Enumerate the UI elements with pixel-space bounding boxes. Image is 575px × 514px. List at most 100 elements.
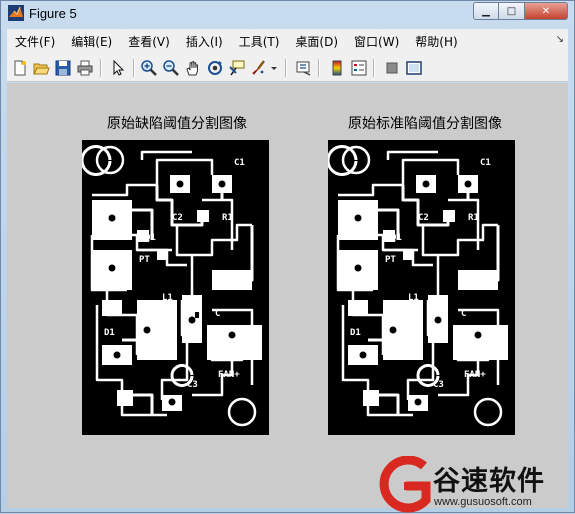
pcb-pad <box>117 390 133 406</box>
maximize-icon: □ <box>506 5 517 17</box>
menu-desktop[interactable]: 桌面(D) <box>287 33 346 50</box>
minimize-button[interactable]: ▁ <box>473 2 499 20</box>
pcb-label-r1: R1 <box>468 213 479 223</box>
pcb-drill-hole <box>188 316 196 324</box>
pcb-label-pt: PT <box>139 255 150 265</box>
arrow-select-icon[interactable] <box>109 59 127 77</box>
pcb-pad <box>403 250 413 260</box>
pcb-pad <box>102 300 122 316</box>
pcb-pad <box>453 325 508 360</box>
pcb-label-r1: R1 <box>222 213 233 223</box>
left-image-title: 原始缺陷阈值分割图像 <box>107 116 247 132</box>
menu-window[interactable]: 窗口(W) <box>346 33 407 50</box>
pcb-label-u1: U1 <box>461 278 472 288</box>
pcb-drill-hole <box>359 351 367 359</box>
pcb-drill-hole <box>228 331 236 339</box>
data-cursor-icon[interactable] <box>228 59 246 77</box>
pcb-drill-hole <box>434 316 442 324</box>
pcb-drill-hole <box>143 326 151 334</box>
pcb-pad <box>137 300 177 360</box>
toolbar-separator <box>100 59 102 77</box>
brush-icon[interactable] <box>250 59 268 77</box>
pcb-label-fan: FAN+ <box>464 370 486 380</box>
watermark-url: www.gusuosoft.com <box>434 496 532 508</box>
figure-toolbar <box>7 54 568 82</box>
menu-insert[interactable]: 插入(I) <box>178 33 231 50</box>
pcb-pad <box>207 325 262 360</box>
menu-tools[interactable]: 工具(T) <box>231 33 288 50</box>
pcb-drill-hole <box>113 351 121 359</box>
menu-edit[interactable]: 编辑(E) <box>63 33 120 50</box>
save-icon[interactable] <box>54 59 72 77</box>
figure-window: Figure 5 ▁ □ ✕ 文件(F) 编辑(E) 查看(V) 插入(I) 工… <box>0 0 575 513</box>
toolbar-separator <box>133 59 135 77</box>
matlab-icon <box>8 5 24 21</box>
pcb-label-c1: C1 <box>480 158 491 168</box>
rotate-3d-icon[interactable] <box>206 59 224 77</box>
new-figure-icon[interactable] <box>11 59 29 77</box>
pcb-label-d1: D1 <box>350 328 361 338</box>
pcb-label-c2: C2 <box>172 213 183 223</box>
zoom-in-icon[interactable] <box>140 59 158 77</box>
legend-icon[interactable] <box>350 59 368 77</box>
pcb-drill-hole <box>354 264 362 272</box>
pcb-drill-hole <box>218 180 226 188</box>
standard-pcb-image: C1 C2 Q1 PT R1 U1 L1 D1 C3 FAN+ C <box>326 140 515 435</box>
pcb-pad <box>363 390 379 406</box>
pcb-label-q1: Q1 <box>145 233 156 243</box>
pcb-pad <box>348 300 368 316</box>
open-file-icon[interactable] <box>32 59 50 77</box>
right-image-title: 原始标准陷阈值分割图像 <box>348 116 502 132</box>
menu-file[interactable]: 文件(F) <box>7 33 63 50</box>
pcb-drill-hole <box>176 180 184 188</box>
window-title: Figure 5 <box>29 6 77 21</box>
pcb-pad <box>443 210 455 222</box>
pcb-drill-hole <box>474 331 482 339</box>
pcb-drill-hole <box>414 398 422 406</box>
brush-dropdown-icon[interactable] <box>269 59 279 77</box>
dock-arrow-icon[interactable]: ↘ <box>556 34 564 45</box>
pcb-drill-hole <box>108 214 116 222</box>
pcb-label-c3: C3 <box>187 380 198 390</box>
pcb-pad <box>383 300 423 360</box>
pcb-label-u1: U1 <box>215 278 226 288</box>
pcb-pad <box>157 250 167 260</box>
site-logo-icon <box>379 456 431 513</box>
pcb-label-l1: L1 <box>408 293 419 303</box>
maximize-button[interactable]: □ <box>499 2 525 20</box>
pcb-label-c: C <box>215 309 220 319</box>
pcb-label-pt: PT <box>385 255 396 265</box>
pcb-drill-hole <box>389 326 397 334</box>
watermark-name: 谷速软件 <box>433 466 545 497</box>
menu-help[interactable]: 帮助(H) <box>407 33 465 50</box>
pcb-drill-hole <box>464 180 472 188</box>
pcb-label-d1: D1 <box>104 328 115 338</box>
link-plot-icon[interactable] <box>295 59 313 77</box>
close-button[interactable]: ✕ <box>525 2 568 20</box>
pcb-drill-hole <box>108 264 116 272</box>
hide-plot-tools-icon[interactable] <box>383 59 401 77</box>
menu-view[interactable]: 查看(V) <box>120 33 178 50</box>
pcb-defect <box>195 312 199 318</box>
toolbar-separator <box>318 59 320 77</box>
pcb-label-fan: FAN+ <box>218 370 240 380</box>
pcb-label-c3: C3 <box>433 380 444 390</box>
pcb-label-c2: C2 <box>418 213 429 223</box>
figure-canvas: 原始缺陷阈值分割图像 原始标准陷阈值分割图像 C1 C2 Q1 PT R1 U1 L1 D1 C… <box>7 83 568 508</box>
pcb-drill-hole <box>422 180 430 188</box>
toolbar-separator <box>285 59 287 77</box>
site-watermark: 谷速软件 www.gusuosoft.com <box>374 456 575 514</box>
pcb-drill-hole <box>354 214 362 222</box>
zoom-out-icon[interactable] <box>162 59 180 77</box>
show-plot-tools-icon[interactable] <box>405 59 423 77</box>
pan-hand-icon[interactable] <box>184 59 202 77</box>
colorbar-icon[interactable] <box>328 59 346 77</box>
pcb-label-c: C <box>461 309 466 319</box>
pcb-pad <box>197 210 209 222</box>
close-icon: ✕ <box>541 5 551 17</box>
defect-pcb-image: C1 C2 Q1 PT R1 U1 L1 D1 C3 FAN+ C <box>80 140 269 435</box>
print-icon[interactable] <box>76 59 94 77</box>
title-bar[interactable]: Figure 5 ▁ □ ✕ <box>1 1 574 27</box>
pcb-label-q1: Q1 <box>391 233 402 243</box>
pcb-drill-hole <box>168 398 176 406</box>
